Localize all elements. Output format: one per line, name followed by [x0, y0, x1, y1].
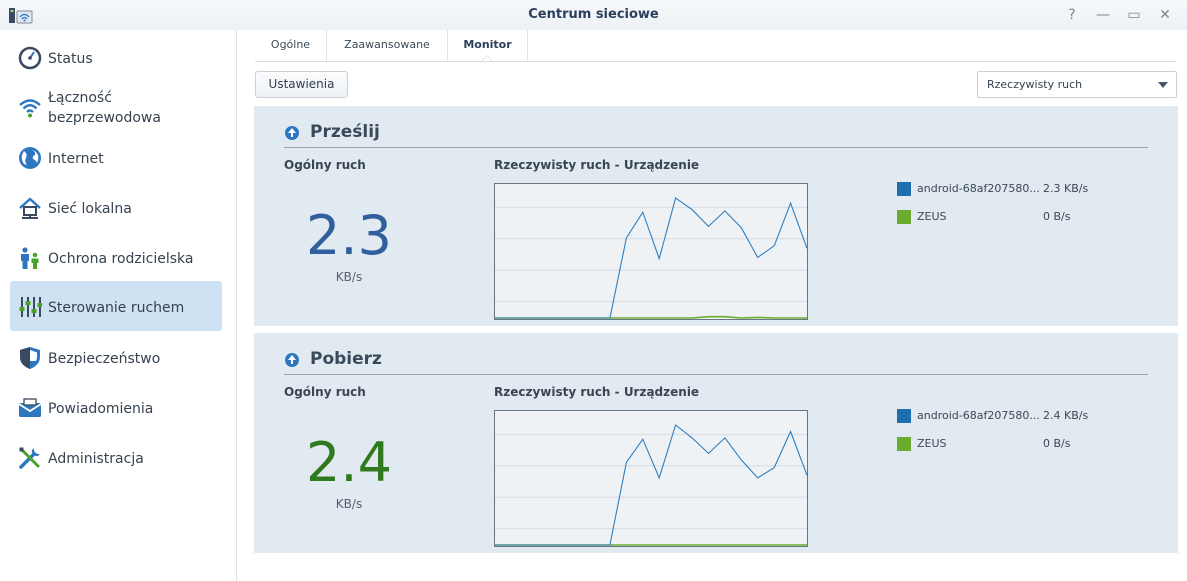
upload-panel-title: Prześlij — [310, 122, 380, 142]
sidebar-item-parental-control[interactable]: Ochrona rodzicielska — [10, 232, 222, 282]
download-arrow-icon — [285, 353, 299, 367]
upload-arrow-icon — [285, 126, 299, 140]
legend-device-name: android-68af207580... — [917, 182, 1040, 195]
legend-swatch — [897, 409, 911, 423]
realtime-chart-label: Rzeczywisty ruch - Urządzenie — [494, 158, 700, 172]
legend-device-name: android-68af207580... — [917, 409, 1040, 422]
download-total-unit: KB/s — [335, 497, 363, 511]
view-select[interactable]: Rzeczywisty ruch — [977, 71, 1177, 98]
upload-total-unit: KB/s — [335, 270, 363, 284]
sidebar-item-label: Łączność bezprzewodowa — [48, 90, 161, 126]
sidebar-item-label: Sterowanie ruchem — [48, 300, 185, 316]
download-panel: Pobierz Ogólny ruch 2.4 KB/s Rzeczywisty… — [254, 333, 1178, 553]
wifi-icon — [19, 99, 41, 118]
legend-swatch — [897, 210, 911, 224]
sidebar-item-label: Ochrona rodzicielska — [48, 251, 194, 267]
settings-button[interactable]: Ustawienia — [255, 71, 348, 98]
tools-icon — [19, 447, 40, 469]
sidebar: Status Łączność bezprzewodowa Internet S… — [0, 30, 237, 581]
upload-total-value: 2.3 — [306, 204, 392, 267]
sidebar-item-traffic-control[interactable]: Sterowanie ruchem — [10, 281, 222, 331]
tab-bar: Ogólne Zaawansowane Monitor — [255, 30, 1176, 62]
download-realtime-chart — [494, 410, 808, 547]
total-traffic-label: Ogólny ruch — [284, 385, 366, 399]
sidebar-item-label: Powiadomienia — [48, 401, 154, 417]
title-bar: Centrum sieciowe ? — ▭ ✕ — [0, 0, 1187, 30]
tab-general[interactable]: Ogólne — [255, 30, 327, 61]
shield-icon — [20, 347, 40, 369]
sidebar-item-wireless[interactable]: Łączność bezprzewodowa — [10, 82, 222, 132]
legend-device-rate: 2.3 KB/s — [1043, 182, 1089, 195]
total-traffic-label: Ogólny ruch — [284, 158, 366, 172]
sidebar-item-label: Administracja — [48, 451, 144, 467]
view-select-value: Rzeczywisty ruch — [987, 78, 1083, 91]
sidebar-item-security[interactable]: Bezpieczeństwo — [10, 332, 222, 382]
legend-swatch — [897, 182, 911, 196]
panel-divider — [284, 374, 1148, 375]
sidebar-item-local-network[interactable]: Sieć lokalna — [10, 182, 222, 232]
sidebar-item-label: Bezpieczeństwo — [48, 351, 161, 367]
maximize-button[interactable]: ▭ — [1123, 4, 1145, 26]
chevron-down-icon[interactable] — [1158, 82, 1168, 88]
chart-series-line — [495, 197, 807, 319]
globe-icon — [19, 147, 41, 169]
legend-device-name: ZEUS — [917, 210, 947, 223]
legend-device-rate: 2.4 KB/s — [1043, 409, 1089, 422]
family-icon — [21, 247, 39, 269]
legend-device-rate: 0 B/s — [1043, 437, 1071, 450]
mailbox-icon — [18, 398, 42, 417]
legend-swatch — [897, 437, 911, 451]
chart-series-line — [495, 424, 807, 546]
legend-device-name: ZEUS — [917, 437, 947, 450]
sidebar-item-administration[interactable]: Administracja — [10, 432, 222, 482]
sidebar-item-status[interactable]: Status — [10, 32, 222, 82]
tab-advanced[interactable]: Zaawansowane — [327, 30, 448, 61]
close-button[interactable]: ✕ — [1154, 4, 1176, 26]
sidebar-item-label: Status — [48, 51, 93, 67]
panel-divider — [284, 147, 1148, 148]
upload-panel: Prześlij Ogólny ruch 2.3 KB/s Rzeczywist… — [254, 106, 1178, 326]
active-tab-indicator — [481, 55, 493, 61]
realtime-chart-label: Rzeczywisty ruch - Urządzenie — [494, 385, 700, 399]
sidebar-item-label: Sieć lokalna — [48, 201, 132, 217]
network-center-window: Centrum sieciowe ? — ▭ ✕ Status Łączność… — [0, 0, 1187, 581]
sidebar-item-notifications[interactable]: Powiadomienia — [10, 382, 222, 432]
sidebar-item-internet[interactable]: Internet — [10, 132, 222, 182]
minimize-button[interactable]: — — [1092, 4, 1114, 26]
home-network-icon — [19, 197, 41, 219]
gauge-icon — [18, 46, 42, 70]
window-title: Centrum sieciowe — [528, 7, 659, 22]
help-button[interactable]: ? — [1061, 4, 1083, 26]
download-total-value: 2.4 — [306, 431, 392, 494]
download-panel-title: Pobierz — [310, 349, 382, 369]
sliders-icon — [19, 297, 42, 317]
legend-device-rate: 0 B/s — [1043, 210, 1071, 223]
sidebar-item-label: Internet — [48, 151, 104, 167]
upload-realtime-chart — [494, 183, 808, 320]
